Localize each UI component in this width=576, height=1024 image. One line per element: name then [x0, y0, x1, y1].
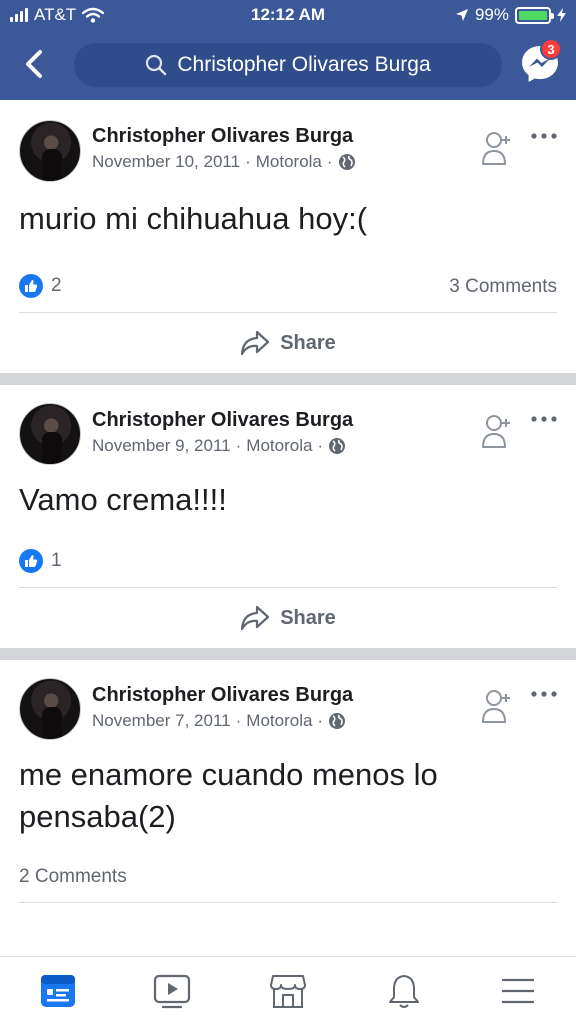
post-date[interactable]: November 7, 2011: [92, 711, 231, 731]
like-count[interactable]: 1: [19, 549, 62, 573]
share-label: Share: [280, 606, 336, 629]
post-author[interactable]: Christopher Olivares Burga: [92, 125, 353, 148]
post-source: Motorola: [246, 711, 313, 730]
avatar[interactable]: [19, 120, 81, 182]
post-stats: 2 3 Comments: [0, 260, 576, 312]
top-bar: AT&T 12:12 AM 99% Christopher Olivares B…: [0, 0, 576, 100]
add-friend-icon[interactable]: [480, 688, 514, 724]
post-date[interactable]: November 9, 2011: [92, 436, 231, 456]
globe-icon: [329, 713, 346, 729]
post-meta: November 10, 2011 · Motorola ·: [92, 152, 356, 172]
meta-separator-2: ·: [317, 711, 324, 730]
facebook-app: AT&T 12:12 AM 99% Christopher Olivares B…: [0, 0, 576, 1024]
post: Christopher Olivares Burga November 7, 2…: [0, 660, 576, 903]
battery-percent: 99%: [474, 5, 509, 24]
more-options-icon[interactable]: [528, 684, 560, 704]
post-separator: [0, 648, 576, 660]
add-friend-icon[interactable]: [480, 413, 514, 449]
back-arrow-icon[interactable]: [22, 48, 48, 80]
search-bar[interactable]: Christopher Olivares Burga: [74, 43, 502, 87]
post-separator: [0, 373, 576, 385]
status-bar: AT&T 12:12 AM 99%: [0, 0, 576, 32]
marketplace-icon: [270, 975, 306, 1008]
feed: Christopher Olivares Burga November 10, …: [0, 100, 576, 903]
news-feed-icon: [41, 975, 75, 1007]
like-count[interactable]: 2: [19, 274, 62, 298]
tab-marketplace[interactable]: [268, 971, 308, 1011]
more-options-icon[interactable]: [528, 126, 560, 146]
like-icon: [19, 549, 43, 573]
watch-icon: [153, 974, 191, 1009]
meta-separator: ·: [245, 152, 251, 171]
tab-bar: [0, 956, 576, 1024]
tab-news-feed[interactable]: [38, 971, 78, 1011]
globe-icon: [338, 154, 355, 170]
post-date[interactable]: November 10, 2011: [92, 152, 240, 172]
post: Christopher Olivares Burga November 10, …: [0, 100, 576, 373]
post-stats: 2 Comments: [0, 850, 576, 902]
meta-separator-2: ·: [317, 436, 324, 455]
tab-watch[interactable]: [152, 971, 192, 1011]
meta-separator: ·: [235, 711, 242, 730]
post-author[interactable]: Christopher Olivares Burga: [92, 684, 353, 707]
avatar[interactable]: [19, 403, 81, 465]
share-icon: [241, 330, 270, 356]
post-text: me enamore cuando menos lo pensaba(2): [19, 757, 438, 834]
like-count-value: 2: [51, 275, 62, 296]
location-arrow-icon: [455, 9, 468, 21]
search-query: Christopher Olivares Burga: [177, 53, 431, 76]
battery-icon: [515, 6, 554, 24]
divider: [19, 902, 557, 903]
like-count-value: 1: [51, 550, 62, 571]
post-meta: November 7, 2011 · Motorola ·: [92, 711, 346, 731]
comment-count[interactable]: 2 Comments: [19, 866, 127, 888]
notifications-icon: [389, 975, 419, 1008]
post-source: Motorola: [246, 436, 313, 455]
share-label: Share: [280, 331, 336, 354]
like-icon: [19, 274, 43, 298]
post-stats: 1: [0, 535, 576, 587]
post: Christopher Olivares Burga November 9, 2…: [0, 385, 576, 648]
share-button[interactable]: Share: [0, 588, 576, 648]
post-source: Motorola: [255, 152, 322, 171]
share-button[interactable]: Share: [0, 313, 576, 373]
add-friend-icon[interactable]: [480, 130, 514, 166]
messenger-badge: 3: [540, 38, 562, 60]
comment-count[interactable]: 3 Comments: [449, 276, 557, 298]
post-header: Christopher Olivares Burga November 9, 2…: [0, 385, 576, 469]
charging-bolt-icon: [557, 8, 566, 22]
post-text: Vamo crema!!!!: [19, 482, 227, 517]
post-header: Christopher Olivares Burga November 7, 2…: [0, 660, 576, 744]
menu-icon: [502, 978, 534, 1004]
tab-notifications[interactable]: [384, 971, 424, 1011]
battery-fill: [519, 10, 547, 20]
post-header: Christopher Olivares Burga November 10, …: [0, 100, 576, 184]
post-meta: November 9, 2011 · Motorola ·: [92, 436, 346, 456]
more-options-icon[interactable]: [528, 409, 560, 429]
search-icon: [146, 54, 167, 76]
post-author[interactable]: Christopher Olivares Burga: [92, 409, 353, 432]
share-icon: [241, 605, 270, 631]
meta-separator-2: ·: [326, 152, 333, 171]
avatar[interactable]: [19, 678, 81, 740]
post-text: murio mi chihuahua hoy:(: [19, 201, 368, 236]
status-right: 99%: [455, 5, 566, 25]
meta-separator: ·: [235, 436, 242, 455]
globe-icon: [329, 438, 346, 454]
tab-menu[interactable]: [498, 971, 538, 1011]
